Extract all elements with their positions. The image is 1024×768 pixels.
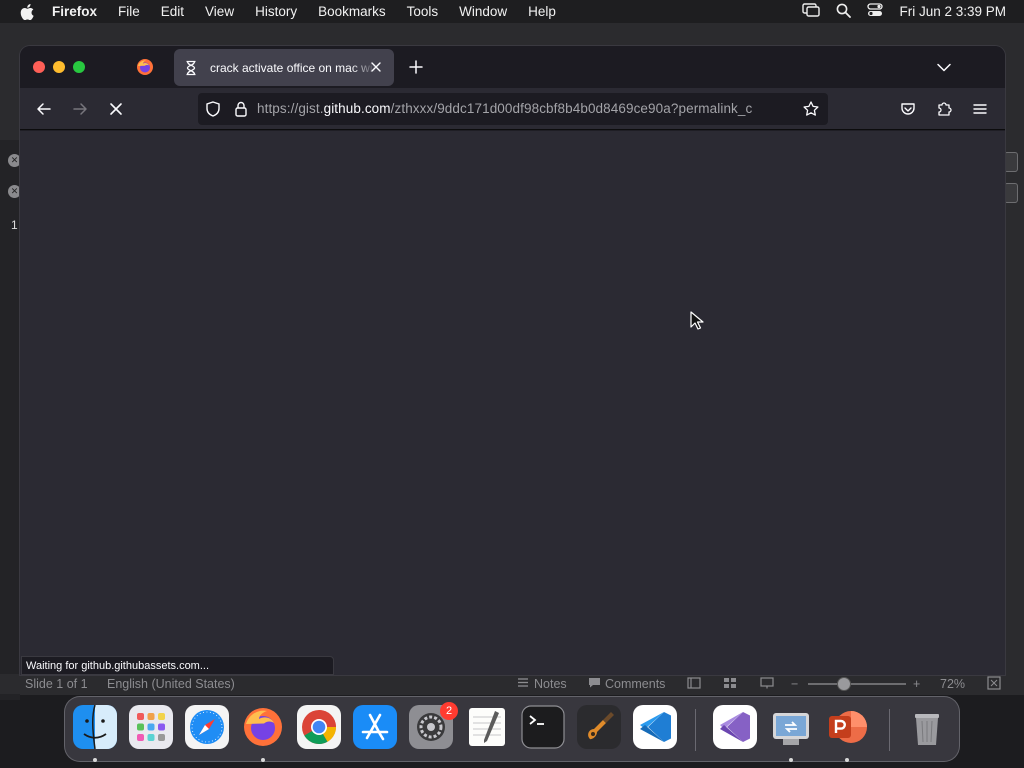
powerpoint-status-bar: Slide 1 of 1 English (United States) Not…	[0, 674, 1024, 694]
navigation-toolbar: https://gist.github.com/zthxxx/9ddc171d0…	[20, 88, 1005, 130]
forward-arrow-icon[interactable]	[71, 100, 89, 118]
page-content-area[interactable]	[20, 131, 1005, 675]
comments-button[interactable]: Comments	[605, 677, 665, 691]
screen-mirroring-icon[interactable]	[802, 3, 821, 20]
url-field[interactable]: https://gist.github.com/zthxxx/9ddc171d0…	[257, 101, 797, 116]
dock-garageband-icon[interactable]	[577, 705, 621, 749]
new-tab-plus-icon[interactable]	[407, 58, 425, 76]
menu-app-name[interactable]: Firefox	[52, 4, 97, 19]
slide-number: 1	[11, 218, 18, 232]
tracking-protection-shield-icon[interactable]	[204, 100, 222, 118]
dock-chrome-icon[interactable]	[297, 705, 341, 749]
notes-icon[interactable]	[517, 677, 529, 691]
bookmark-star-icon[interactable]	[802, 100, 820, 118]
extensions-puzzle-icon[interactable]	[935, 100, 953, 118]
dock-migration-assistant-icon[interactable]	[769, 705, 813, 749]
dock-running-indicator	[261, 758, 265, 762]
menu-help[interactable]: Help	[528, 4, 556, 19]
zoom-level[interactable]: 72%	[940, 677, 965, 691]
pinned-tab-firefox-icon[interactable]	[136, 58, 154, 76]
tab-title: crack activate office on mac with	[210, 60, 376, 75]
dock-powerpoint-icon[interactable]	[825, 705, 869, 749]
zoom-slider-handle[interactable]	[837, 677, 851, 691]
language-indicator[interactable]: English (United States)	[107, 677, 235, 691]
zoom-in-icon[interactable]: +	[913, 677, 920, 691]
tab-active[interactable]: crack activate office on mac with	[174, 49, 394, 86]
dock-safari-icon[interactable]	[185, 705, 229, 749]
background-panel-control[interactable]	[1004, 152, 1018, 172]
dock	[64, 696, 960, 762]
spotlight-search-icon[interactable]	[836, 3, 852, 21]
url-prefix: https://gist.	[257, 101, 324, 116]
dock-launchpad-icon[interactable]	[129, 705, 173, 749]
dock-terminal-icon[interactable]	[521, 705, 565, 749]
system-settings-notification-badge: 2	[440, 702, 458, 720]
notes-button[interactable]: Notes	[534, 677, 567, 691]
menu-edit[interactable]: Edit	[161, 4, 184, 19]
control-center-icon[interactable]	[867, 3, 884, 20]
firefox-window: crack activate office on mac with https:…	[20, 46, 1005, 675]
dock-visual-studio-icon[interactable]	[713, 705, 757, 749]
apple-logo-icon[interactable]	[18, 3, 36, 21]
dock-trash-icon[interactable]	[905, 705, 949, 749]
comments-icon[interactable]	[588, 677, 601, 691]
url-path: /zthxxx/9ddc171d00df98cbf8b4b0d8469ce90a…	[390, 101, 753, 116]
dock-running-indicator	[845, 758, 849, 762]
menu-history[interactable]: History	[255, 4, 297, 19]
dock-app-store-icon[interactable]	[353, 705, 397, 749]
lock-icon[interactable]	[232, 100, 250, 118]
dock-finder-icon[interactable]	[73, 705, 117, 749]
normal-view-icon[interactable]	[687, 677, 701, 692]
loading-status-text: Waiting for github.githubassets.com...	[21, 656, 334, 675]
loading-hourglass-icon	[183, 60, 199, 76]
address-bar[interactable]: https://gist.github.com/zthxxx/9ddc171d0…	[198, 93, 828, 125]
tab-strip: crack activate office on mac with	[20, 46, 1005, 88]
slide-sorter-icon[interactable]	[723, 677, 737, 692]
back-arrow-icon[interactable]	[35, 100, 53, 118]
dock-running-indicator	[93, 758, 97, 762]
stop-loading-icon[interactable]	[107, 100, 125, 118]
dock-running-indicator	[789, 758, 793, 762]
dock-separator	[695, 709, 696, 751]
window-close-button[interactable]	[33, 61, 45, 73]
pocket-icon[interactable]	[899, 100, 917, 118]
menu-file[interactable]: File	[118, 4, 140, 19]
dock-separator	[889, 709, 890, 751]
menu-view[interactable]: View	[205, 4, 234, 19]
menu-tools[interactable]: Tools	[407, 4, 439, 19]
tab-close-icon[interactable]	[368, 59, 384, 75]
dock-firefox-icon[interactable]	[241, 705, 285, 749]
menu-bar: Firefox File Edit View History Bookmarks…	[0, 0, 1024, 23]
menu-clock[interactable]: Fri Jun 2 3:39 PM	[899, 4, 1006, 19]
hamburger-menu-icon[interactable]	[971, 100, 989, 118]
url-domain: github.com	[323, 101, 391, 116]
slide-indicator: Slide 1 of 1	[25, 677, 88, 691]
presenter-view-icon[interactable]	[760, 677, 774, 692]
window-minimize-button[interactable]	[53, 61, 65, 73]
list-all-tabs-chevron-down-icon[interactable]	[935, 58, 953, 76]
zoom-slider[interactable]	[808, 683, 906, 685]
fit-to-window-icon[interactable]	[987, 676, 1001, 693]
dock-vscode-icon[interactable]	[633, 705, 677, 749]
background-panel-control[interactable]	[1004, 183, 1018, 203]
menu-window[interactable]: Window	[459, 4, 507, 19]
dock-textedit-icon[interactable]	[465, 705, 509, 749]
menu-bookmarks[interactable]: Bookmarks	[318, 4, 386, 19]
zoom-out-icon[interactable]: −	[791, 677, 798, 691]
window-zoom-button[interactable]	[73, 61, 85, 73]
mouse-pointer-icon	[690, 311, 704, 331]
